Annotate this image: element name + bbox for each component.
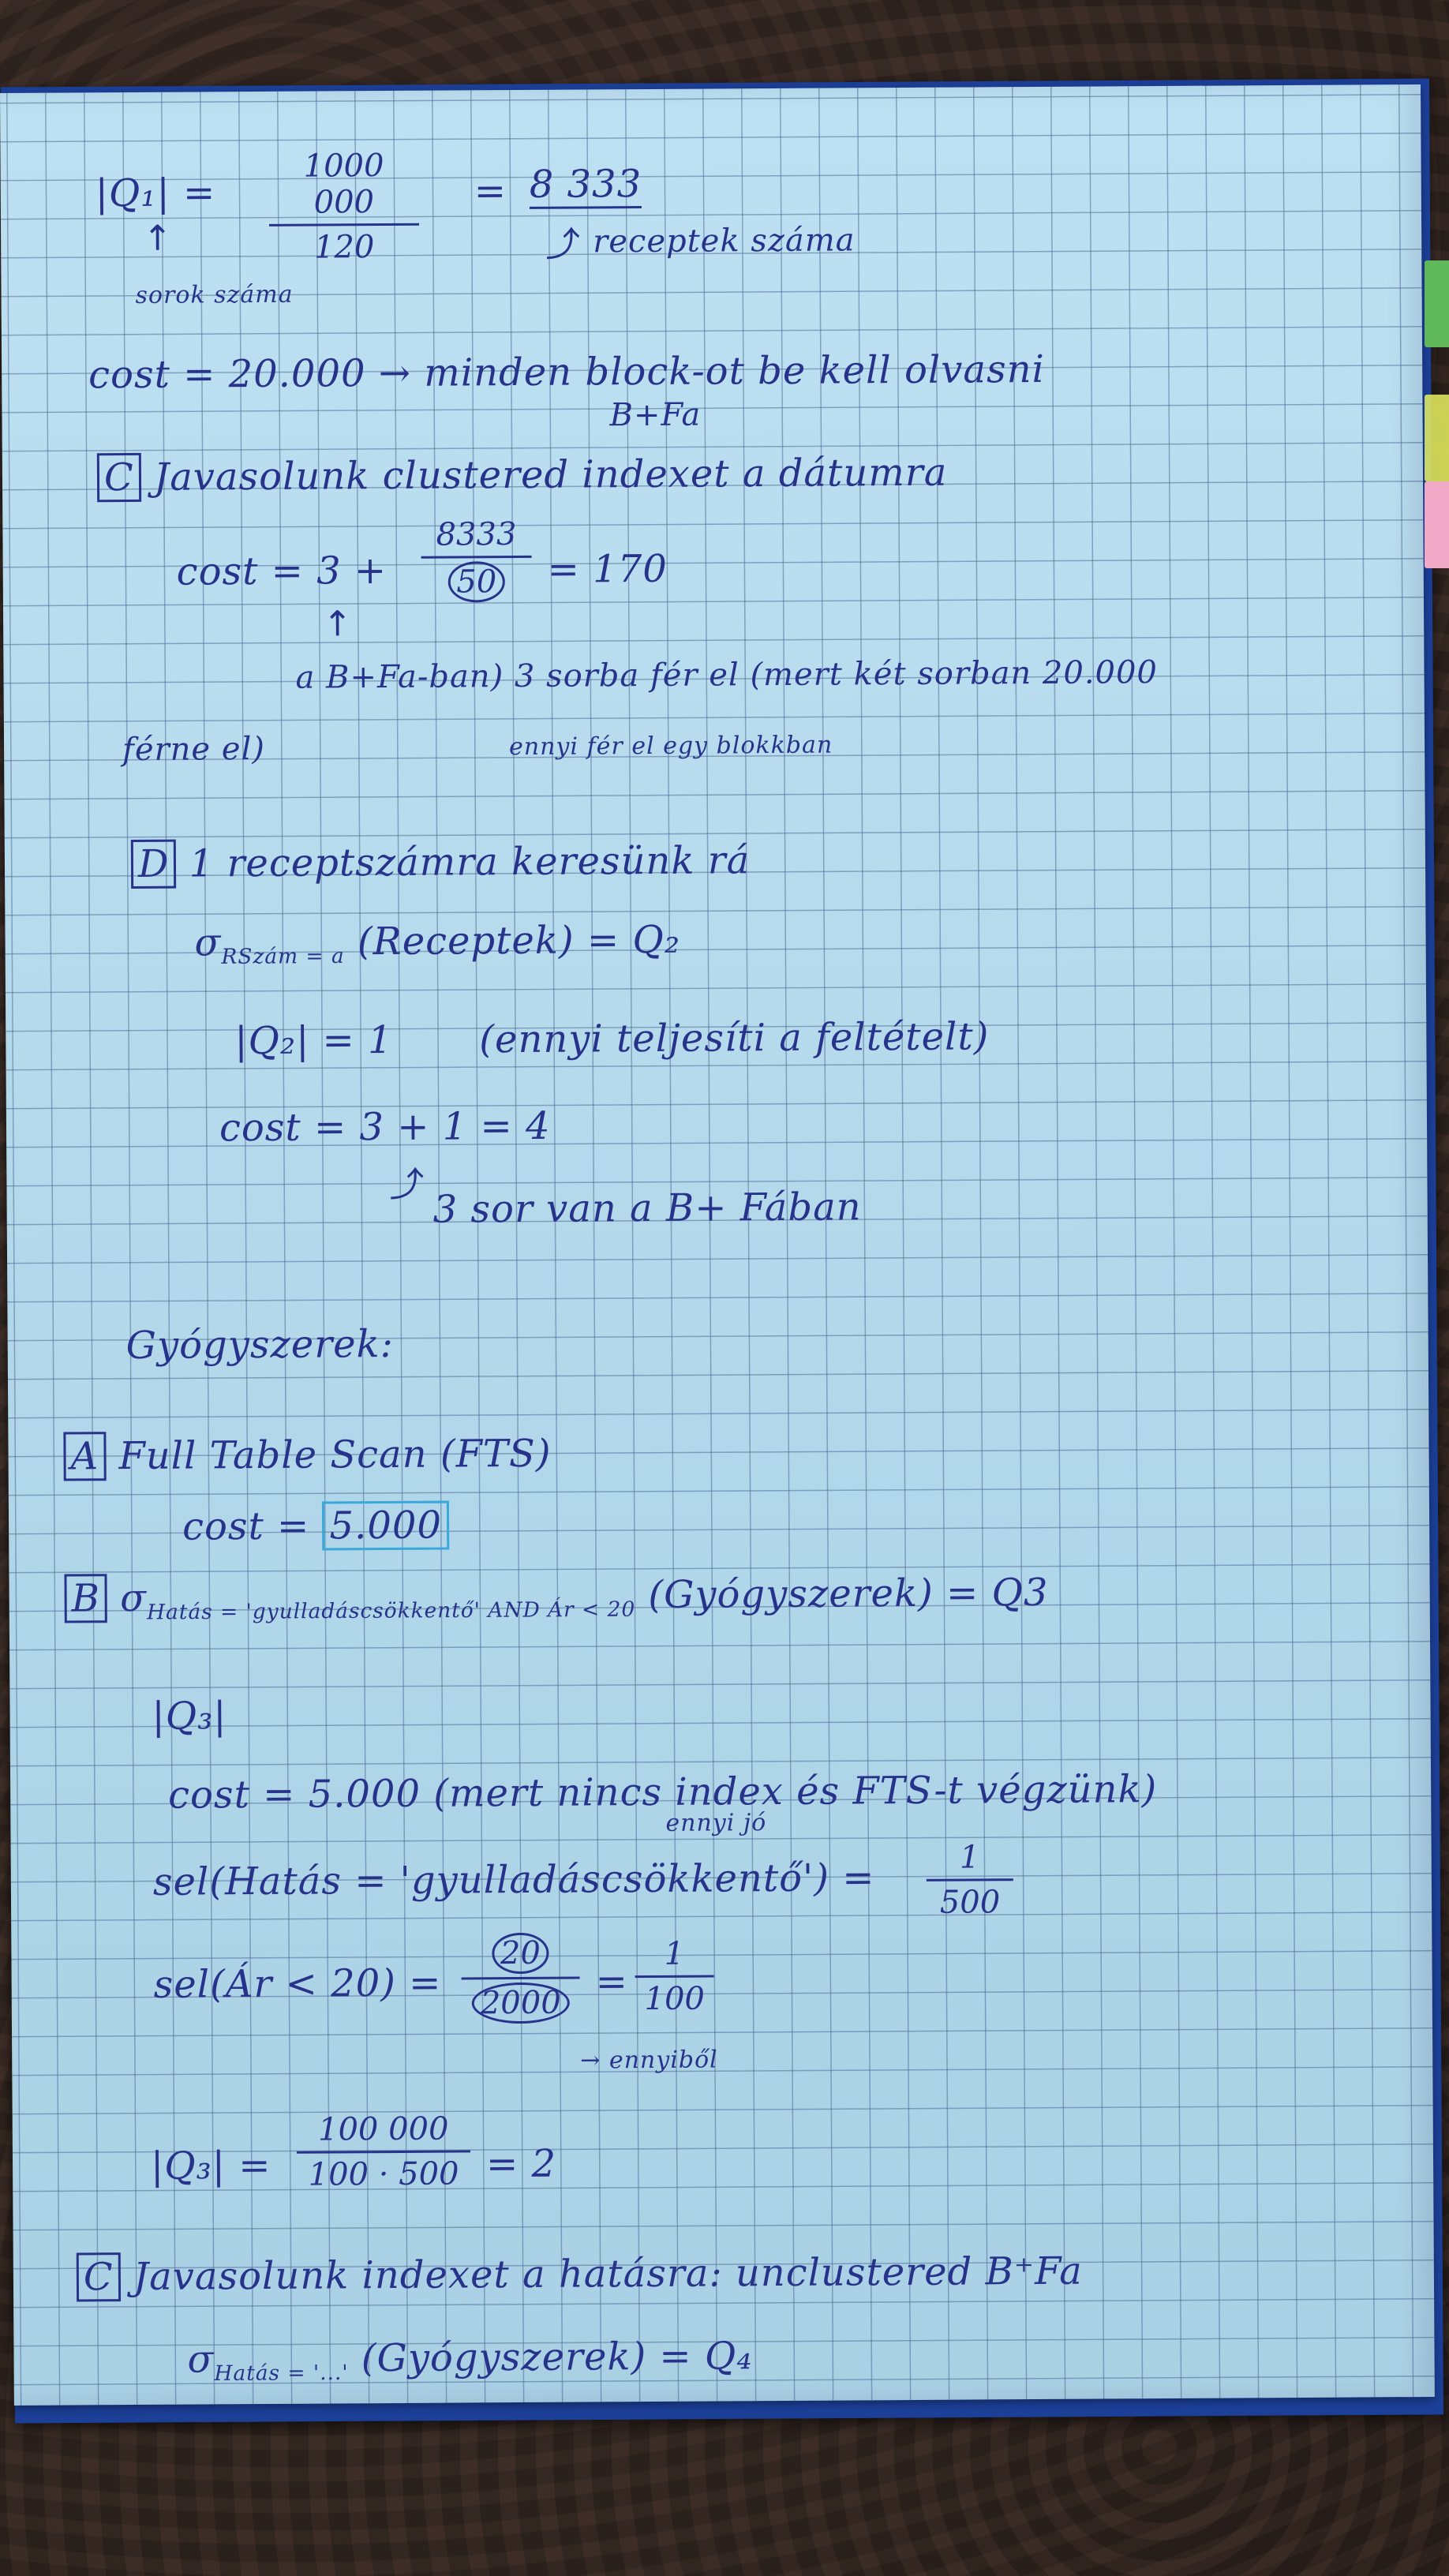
c2-header: C Javasolunk indexet a hatásra: uncluste… xyxy=(76,2248,1083,2302)
a-label-box: A xyxy=(63,1432,107,1481)
pink-page-tab xyxy=(1425,481,1449,568)
c2-sigma-expression: σHatás = '...' (Gyógyszerek) = Q₄ xyxy=(187,2334,752,2386)
b-cost: cost = 5.000 (mert nincs index és FTS-t … xyxy=(168,1767,1158,1818)
b-sel1-numerator: 1 xyxy=(926,1839,1013,1881)
c-note-3: ennyi fér el egy blokkban xyxy=(508,731,833,762)
notebook-page: |Q₁| = 1000 000 120 = 8 333 ⤴ receptek s… xyxy=(0,84,1435,2406)
a-header: A Full Table Scan (FTS) xyxy=(63,1431,552,1481)
gy-title: Gyógyszerek: xyxy=(125,1321,395,1368)
cost-line: cost = 20.000 → minden block-ot be kell … xyxy=(88,346,1046,398)
b-label-box: B xyxy=(64,1574,108,1623)
d-q2-note: (ennyi teljesíti a feltételt) xyxy=(479,1014,990,1062)
c2-sigma-symbol: σ xyxy=(187,2337,215,2382)
a-cost-value: 5.000 xyxy=(322,1500,450,1551)
b-sel2-result-fraction: 1 100 xyxy=(635,1935,714,2018)
c-cost-lhs: cost = 3 + xyxy=(176,549,388,594)
b-sel2-fraction: 20 2000 xyxy=(461,1932,580,2024)
q1-arrow-note: sorok száma xyxy=(135,280,294,309)
b-q3-fraction: 100 000 100 · 500 xyxy=(296,2110,471,2193)
d-sigma-expression: σRSzám = a (Receptek) = Q₂ xyxy=(194,918,680,969)
q1-denominator: 120 xyxy=(313,229,375,266)
q1-numerator: 1000 000 xyxy=(268,147,420,227)
b-sel2-eq: = xyxy=(595,1960,629,2005)
c-note-2: férne el) xyxy=(122,730,266,769)
c2-label-box: C xyxy=(76,2252,121,2302)
d-sigma-symbol: σ xyxy=(194,920,222,965)
b-sel2-note: → ennyiből xyxy=(580,2046,718,2075)
btree-note: B+Fa xyxy=(609,396,702,434)
green-page-tab xyxy=(1425,260,1449,347)
c-label-box: C xyxy=(96,452,141,503)
c-header: C Javasolunk clustered indexet a dátumra xyxy=(96,450,948,503)
b-sel1-denominator: 500 xyxy=(939,1884,1001,1921)
b-q3-numerator: 100 000 xyxy=(296,2110,470,2154)
d-q2: |Q₂| = 1 xyxy=(234,1017,393,1064)
b-sel1-note: ennyi jó xyxy=(665,1809,767,1837)
b-q3: |Q₃| xyxy=(152,1694,227,1739)
yellow-page-tab xyxy=(1425,395,1449,481)
b-sel2-lhs: sel(Ár < 20) = xyxy=(153,1960,442,2007)
d-sigma-subscript: RSzám = a xyxy=(221,943,345,969)
q1-result-note: receptek száma xyxy=(593,222,856,260)
d-cost: cost = 3 + 1 = 4 xyxy=(219,1103,551,1151)
c-cost-rhs: = 170 xyxy=(547,546,668,592)
d-label-box: D xyxy=(130,839,177,889)
c-cost-denominator: 50 xyxy=(447,561,506,603)
c-up-arrow-icon: ↑ xyxy=(322,604,353,645)
a-cost-lhs: cost = xyxy=(182,1503,310,1549)
b-sigma-rest: (Gyógyszerek) = Q3 xyxy=(648,1570,1049,1618)
b-q3-denominator: 100 · 500 xyxy=(308,2155,459,2193)
d-header-text: 1 receptszámra keresünk rá xyxy=(189,838,751,886)
c2-text: Javasolunk indexet a hatásra: unclustere… xyxy=(133,2248,1083,2300)
b-sel2-result-denominator: 100 xyxy=(644,1980,706,2018)
d-sigma-rest: (Receptek) = Q₂ xyxy=(357,917,681,964)
d-header: D 1 receptszámra keresünk rá xyxy=(130,838,751,889)
a-text: Full Table Scan (FTS) xyxy=(118,1431,552,1479)
q1-lhs: |Q₁| = xyxy=(95,170,216,216)
b-sel2-numerator: 20 xyxy=(491,1932,550,1975)
c-cost-fraction: 8333 50 xyxy=(421,515,532,603)
b-sel1-lhs: sel(Hatás = 'gyulladáscsökkentő') = xyxy=(152,1855,875,1904)
q1-up-arrow-icon: ↑ xyxy=(142,218,173,259)
b-sigma-subscript: Hatás = 'gyulladáscsökkentő' AND Ár < 20 xyxy=(146,1597,636,1625)
b-q3-lhs: |Q₃| = xyxy=(150,2143,271,2188)
c-cost-numerator: 8333 xyxy=(421,515,532,559)
b-sel2-denominator: 2000 xyxy=(471,1982,570,2024)
c-note-1: a B+Fa-ban) 3 sorba fér el (mert két sor… xyxy=(295,654,1159,696)
q1-result-arrow-icon: ⤴ xyxy=(545,224,581,265)
d-up-arrow-icon: ⤴ xyxy=(389,1164,425,1206)
q1-fraction: 1000 000 120 xyxy=(268,147,420,266)
c2-sigma-subscript: Hatás = '...' xyxy=(214,2360,349,2386)
b-sel1-fraction: 1 500 xyxy=(926,1839,1014,1921)
a-cost: cost = 5.000 xyxy=(182,1500,450,1551)
c2-sigma-rest: (Gyógyszerek) = Q₄ xyxy=(361,2334,753,2381)
q1-result: 8 333 xyxy=(529,162,642,209)
c-header-text: Javasolunk clustered indexet a dátumra xyxy=(153,450,948,500)
b-header: B σHatás = 'gyulladáscsökkentő' AND Ár <… xyxy=(64,1570,1049,1625)
b-sel2-result-numerator: 1 xyxy=(635,1935,714,1979)
b-q3-rhs: = 2 xyxy=(485,2141,557,2187)
d-cost-note: 3 sor van a B+ Fában xyxy=(432,1185,862,1232)
q1-equals: = xyxy=(474,169,507,214)
b-sigma-symbol: σ xyxy=(120,1575,148,1621)
